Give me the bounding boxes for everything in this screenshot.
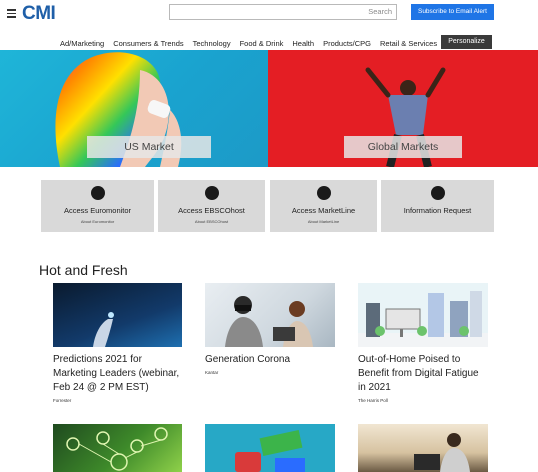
card-title-line: Marketing Leaders (webinar, bbox=[53, 368, 180, 379]
clock-arrow-icon bbox=[204, 186, 219, 200]
network-nodes-illustration bbox=[66, 427, 168, 471]
personalize-button[interactable]: Personalize bbox=[441, 35, 492, 49]
card-title-line: Feb 24 @ 2 PM EST) bbox=[53, 382, 149, 393]
generation-corona-article-image[interactable] bbox=[205, 283, 335, 347]
nav-item-ad-marketing[interactable]: Ad/Marketing bbox=[60, 39, 104, 48]
card-source: The Harris Poll bbox=[358, 398, 388, 403]
office-workers-illustration bbox=[225, 296, 313, 347]
clock-arrow-icon bbox=[90, 186, 105, 200]
card-title[interactable]: Generation Corona bbox=[205, 353, 335, 367]
logo-text: CMI bbox=[22, 3, 56, 24]
card-title-line: Generation Corona bbox=[205, 354, 291, 365]
access-euromonitor-label: Access Euromonitor bbox=[63, 206, 132, 215]
about-ebscohost-link[interactable]: About EBSCOhost bbox=[158, 219, 265, 224]
access-marketline-label: Access MarketLine bbox=[291, 206, 356, 215]
clock-arrow-icon bbox=[316, 186, 331, 200]
predictions-article-image[interactable] bbox=[53, 283, 182, 347]
subscribe-email-alert-button[interactable]: Subscribe to Email Alert bbox=[411, 4, 494, 20]
global-markets-button[interactable]: Global Markets bbox=[344, 136, 462, 158]
card-source: Forrester bbox=[53, 398, 72, 403]
card-title-line: Out-of-Home Poised to bbox=[358, 354, 461, 365]
card-title-line: Benefit from Digital Fatigue bbox=[358, 368, 479, 379]
search-placeholder: Search bbox=[368, 7, 392, 16]
information-request-label: Information Request bbox=[403, 206, 472, 215]
logo[interactable]: CMI bbox=[22, 3, 56, 25]
access-euromonitor-tile[interactable]: Access Euromonitor About Euromonitor bbox=[41, 180, 154, 232]
hamburger-menu-icon[interactable] bbox=[7, 9, 16, 18]
us-market-button[interactable]: US Market bbox=[87, 136, 211, 158]
user-icon bbox=[430, 186, 445, 200]
nav-item-health[interactable]: Health bbox=[292, 39, 314, 48]
about-euromonitor-link[interactable]: About Euromonitor bbox=[41, 219, 154, 224]
card-title-line: Predictions 2021 for bbox=[53, 354, 142, 365]
money-wallet-illustration bbox=[235, 430, 305, 472]
about-marketline-link[interactable]: About MarketLine bbox=[270, 219, 377, 224]
outdoor-laptop-article-image[interactable] bbox=[358, 424, 488, 472]
nav-item-products-cpg[interactable]: Products/CPG bbox=[323, 39, 371, 48]
access-marketline-tile[interactable]: Access MarketLine About MarketLine bbox=[270, 180, 377, 232]
woman-with-laptop-illustration bbox=[414, 433, 470, 472]
nav-item-technology[interactable]: Technology bbox=[193, 39, 231, 48]
access-ebscohost-label: Access EBSCOhost bbox=[178, 206, 245, 215]
billboards-city-illustration bbox=[358, 291, 488, 347]
section-title: Hot and Fresh bbox=[39, 262, 128, 278]
network-icons-article-image[interactable] bbox=[53, 424, 182, 472]
card-title-line: in 2021 bbox=[358, 382, 391, 393]
access-ebscohost-tile[interactable]: Access EBSCOhost About EBSCOhost bbox=[158, 180, 265, 232]
nav-item-consumers-trends[interactable]: Consumers & Trends bbox=[113, 39, 183, 48]
card-title[interactable]: Predictions 2021 for Marketing Leaders (… bbox=[53, 353, 188, 395]
search-input[interactable]: Search bbox=[169, 4, 397, 20]
card-source: Kantar bbox=[205, 370, 219, 375]
out-of-home-article-image[interactable] bbox=[358, 283, 488, 347]
hand-touch-illustration bbox=[93, 312, 114, 347]
information-request-tile[interactable]: Information Request bbox=[381, 180, 494, 232]
category-nav: Ad/Marketing Consumers & Trends Technolo… bbox=[60, 37, 446, 49]
nav-item-retail-services[interactable]: Retail & Services bbox=[380, 39, 437, 48]
payment-article-image[interactable] bbox=[205, 424, 335, 472]
card-title[interactable]: Out-of-Home Poised to Benefit from Digit… bbox=[358, 353, 493, 395]
nav-item-food-drink[interactable]: Food & Drink bbox=[240, 39, 284, 48]
